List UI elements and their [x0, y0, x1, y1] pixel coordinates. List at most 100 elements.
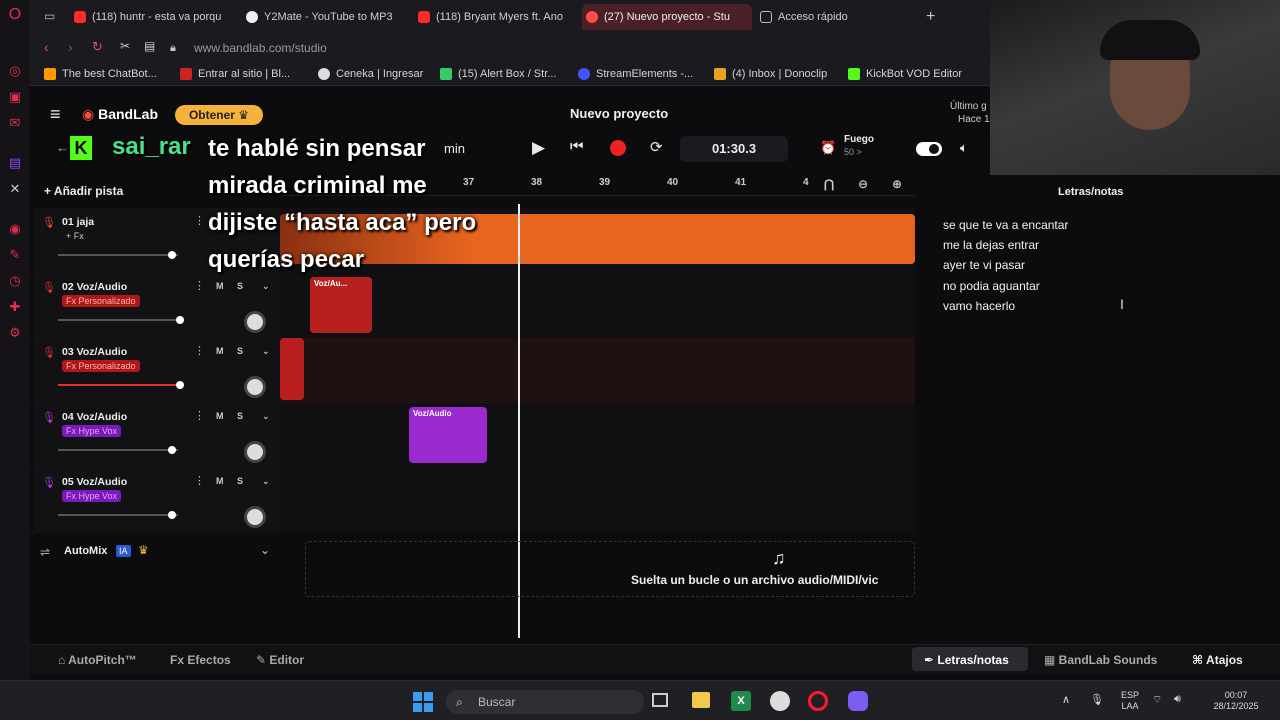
- tab-huntr[interactable]: (118) huntr - esta va porqu: [70, 4, 230, 30]
- pan-knob[interactable]: [244, 376, 266, 398]
- track-menu-icon[interactable]: ⋮: [194, 214, 205, 227]
- bookmark-donoclip[interactable]: (4) Inbox | Donoclip: [714, 66, 827, 82]
- tab-y2mate[interactable]: Y2Mate - YouTube to MP3: [242, 4, 402, 30]
- note-line[interactable]: ayer te vi pasar: [943, 258, 1025, 272]
- tab-menu-icon[interactable]: ▭: [44, 9, 55, 23]
- fx-button[interactable]: + Fx: [62, 230, 88, 242]
- workspace-icon[interactable]: ▣: [6, 88, 24, 106]
- task-view-icon[interactable]: [652, 693, 668, 707]
- solo-button[interactable]: S: [237, 411, 243, 421]
- audio-clip[interactable]: Voz/Audio: [409, 407, 487, 463]
- loop-button[interactable]: ⟳: [650, 138, 663, 156]
- track-header[interactable]: 🎙︎ 02 Voz/Audio Fx Personalizado ⋮ M S ⌄: [34, 273, 280, 338]
- chevron-down-icon[interactable]: ⌄: [262, 476, 270, 487]
- volume-slider[interactable]: [58, 381, 184, 389]
- chevron-down-icon[interactable]: ⌄: [262, 411, 270, 422]
- note-line[interactable]: se que te va a encantar: [943, 218, 1068, 232]
- track-menu-icon[interactable]: ⋮: [194, 409, 205, 422]
- excel-icon[interactable]: X: [731, 691, 751, 711]
- forward-icon[interactable]: ›: [68, 39, 73, 55]
- bookmark-entrar[interactable]: Entrar al sitio | Bl...: [180, 66, 290, 82]
- pin-icon[interactable]: ✎: [6, 246, 24, 264]
- mute-button[interactable]: M: [216, 411, 224, 421]
- url-field[interactable]: 🔒︎ www.bandlab.com/studio: [170, 38, 770, 58]
- letras-notas-tab[interactable]: ✒ Letras/notas: [924, 653, 1009, 667]
- reload-icon[interactable]: ↻: [92, 39, 103, 55]
- back-icon[interactable]: ‹: [44, 39, 49, 55]
- bookmark-kickbot[interactable]: KickBot VOD Editor: [848, 66, 962, 82]
- mute-button[interactable]: M: [216, 476, 224, 486]
- toggle-switch[interactable]: [916, 142, 942, 156]
- chrome-icon[interactable]: [770, 691, 790, 711]
- chevron-down-icon[interactable]: ⌄: [260, 543, 270, 557]
- bookmark-streamelements[interactable]: StreamElements -...: [578, 66, 693, 82]
- audio-clip[interactable]: [280, 338, 304, 400]
- x-icon[interactable]: ✕: [6, 180, 24, 198]
- track-menu-icon[interactable]: ⋮: [194, 344, 205, 357]
- note-line[interactable]: no podia aguantar: [943, 279, 1040, 293]
- track-lane[interactable]: [280, 338, 915, 403]
- snapshot-icon[interactable]: ✂: [120, 39, 130, 53]
- volume-icon[interactable]: 🔈︎: [960, 140, 968, 156]
- preset-fuego[interactable]: Fuego: [844, 134, 874, 145]
- fx-button[interactable]: Fx Hype Vox: [62, 490, 122, 502]
- track-lane[interactable]: Voz/Au...: [280, 273, 915, 338]
- track-menu-icon[interactable]: ⋮: [194, 279, 205, 292]
- solo-button[interactable]: S: [237, 476, 243, 486]
- aria-icon[interactable]: ◎: [6, 62, 24, 80]
- history-icon[interactable]: ◷: [6, 272, 24, 290]
- bookmark-ceneka[interactable]: Ceneka | Ingresar: [318, 66, 423, 82]
- fx-button[interactable]: Fx Personalizado: [62, 360, 140, 372]
- zoom-in-icon[interactable]: ⊕: [892, 177, 902, 191]
- wifi-icon[interactable]: ⌔: [1152, 693, 1162, 707]
- windows-start-icon[interactable]: [413, 692, 433, 712]
- language-indicator[interactable]: ESP LAA: [1116, 690, 1144, 712]
- mute-button[interactable]: M: [216, 281, 224, 291]
- settings-icon[interactable]: ⚙: [6, 324, 24, 342]
- note-line[interactable]: me la dejas entrar: [943, 238, 1039, 252]
- file-explorer-icon[interactable]: [692, 692, 710, 708]
- chevron-down-icon[interactable]: ⌄: [262, 281, 270, 292]
- bookmark-chatbot[interactable]: The best ChatBot...: [44, 66, 157, 82]
- tray-chevron-icon[interactable]: ∧: [1062, 693, 1070, 706]
- hamburger-menu-icon[interactable]: ≡: [50, 104, 61, 125]
- atajos-button[interactable]: ⌘ Atajos: [1192, 653, 1243, 667]
- mail-icon[interactable]: ✉: [6, 114, 24, 132]
- speaker-icon[interactable]: 🔊︎: [1174, 693, 1181, 706]
- record-button[interactable]: [610, 140, 626, 156]
- mute-button[interactable]: M: [216, 346, 224, 356]
- track-lane[interactable]: [280, 468, 915, 533]
- note-line[interactable]: vamo hacerlo: [943, 299, 1015, 313]
- volume-slider[interactable]: [58, 511, 178, 519]
- solo-button[interactable]: S: [237, 281, 243, 291]
- extensions-icon[interactable]: ✚: [6, 298, 24, 316]
- play-button[interactable]: ▶: [532, 138, 545, 158]
- track-header[interactable]: 🎙︎ 05 Voz/Audio Fx Hype Vox ⋮ M S ⌄: [34, 468, 280, 533]
- effects-button[interactable]: Fx Efectos: [170, 653, 231, 667]
- zoom-out-icon[interactable]: ⊖: [858, 177, 868, 191]
- obtener-button[interactable]: Obtener ♛: [175, 105, 263, 125]
- opera-logo-icon[interactable]: O: [6, 6, 24, 24]
- metronome-icon[interactable]: ⏰: [820, 140, 836, 156]
- mic-tray-icon[interactable]: 🎙︎: [1090, 693, 1104, 706]
- back-arrow-icon[interactable]: ←: [56, 140, 69, 155]
- tab-bryant-myers[interactable]: (118) Bryant Myers ft. Ano: [414, 4, 574, 30]
- audio-clip[interactable]: Voz/Au...: [310, 277, 372, 333]
- volume-slider[interactable]: [58, 446, 178, 454]
- taskbar-search[interactable]: ⌕ Buscar: [446, 690, 644, 714]
- twitch-icon[interactable]: ▤: [6, 154, 24, 172]
- track-header[interactable]: 🎙︎ 04 Voz/Audio Fx Hype Vox ⋮ M S ⌄: [34, 403, 280, 468]
- track-menu-icon[interactable]: ⋮: [194, 474, 205, 487]
- pan-knob[interactable]: [244, 441, 266, 463]
- track-header[interactable]: 🎙︎ 03 Voz/Audio Fx Personalizado ⋮ M S ⌄: [34, 338, 280, 403]
- chevron-down-icon[interactable]: ⌄: [262, 346, 270, 357]
- fx-button[interactable]: Fx Hype Vox: [62, 425, 122, 437]
- drop-zone[interactable]: ♫ Suelta un bucle o un archivo audio/MID…: [305, 541, 915, 597]
- bandlab-sounds-tab[interactable]: ▦ BandLab Sounds: [1044, 653, 1157, 667]
- tab-acceso-rapido[interactable]: Acceso rápido: [756, 4, 906, 30]
- app-icon[interactable]: [848, 691, 868, 711]
- bandlab-logo[interactable]: ◉ BandLab: [82, 106, 158, 123]
- add-track-button[interactable]: + Añadir pista: [44, 184, 123, 198]
- pan-knob[interactable]: [244, 311, 266, 333]
- new-tab-icon[interactable]: +: [926, 8, 935, 26]
